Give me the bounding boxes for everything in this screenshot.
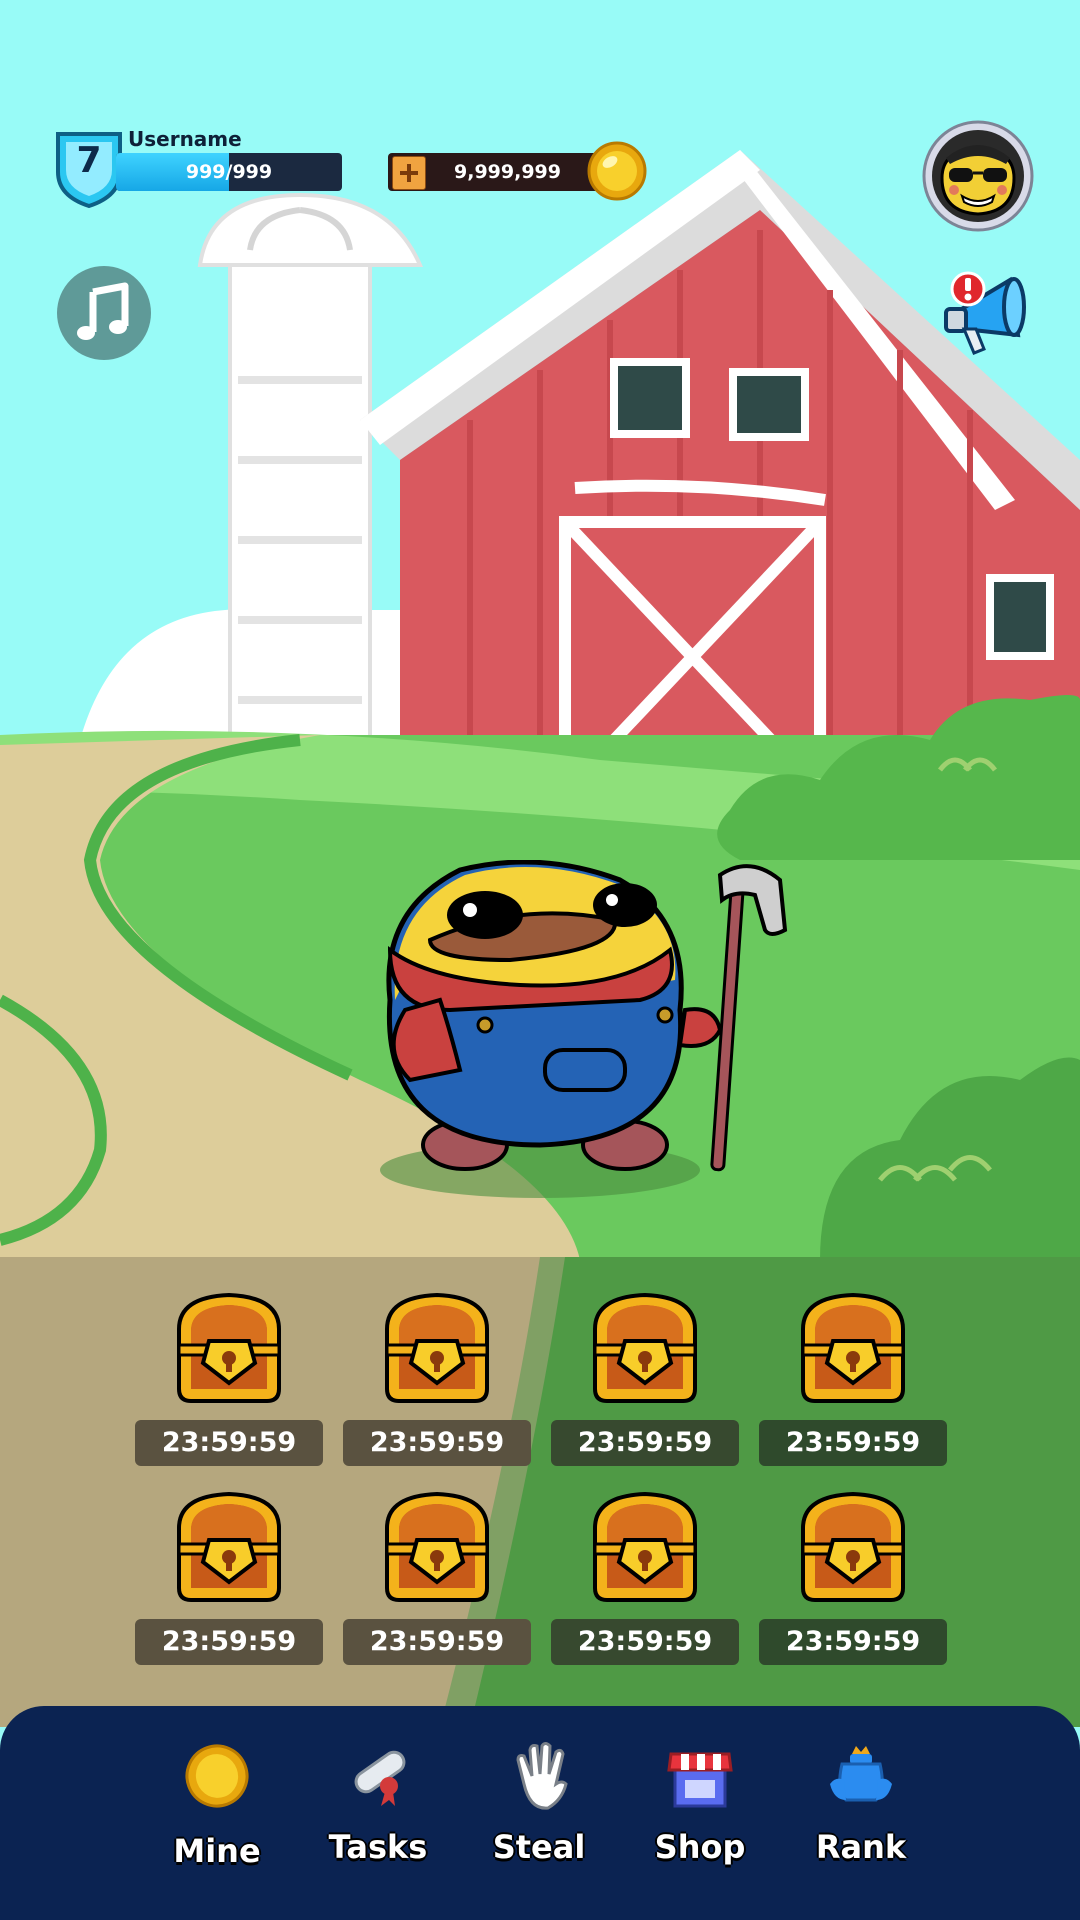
nav-tasks-label: Tasks — [328, 1828, 428, 1866]
chest-icon — [385, 1491, 489, 1602]
exclamation-icon — [950, 271, 986, 307]
xp-progress-text: 999/999 — [185, 161, 273, 183]
chest-timer: 23:59:59 — [759, 1420, 947, 1466]
sunglasses-face-icon — [940, 145, 1016, 216]
chest-timer: 23:59:59 — [551, 1619, 739, 1665]
treasure-chest[interactable]: 23:59:59 — [551, 1289, 739, 1479]
coin-balance-text: 9,999,999 — [454, 161, 561, 183]
nav-rank-label: Rank — [815, 1828, 907, 1866]
chest-icon — [801, 1491, 905, 1602]
farmer-character-icon[interactable] — [370, 860, 810, 1200]
nav-steal[interactable]: Steal — [469, 1740, 609, 1890]
treasure-chest[interactable]: 23:59:59 — [759, 1488, 947, 1678]
treasure-chest[interactable]: 23:59:59 — [343, 1488, 531, 1678]
chest-timer: 23:59:59 — [759, 1619, 947, 1665]
megaphone-icon[interactable] — [940, 265, 1040, 360]
coin-icon — [185, 1744, 249, 1808]
nav-shop-label: Shop — [654, 1828, 746, 1866]
treasure-chest[interactable]: 23:59:59 — [551, 1488, 739, 1678]
level-number: 7 — [76, 140, 102, 181]
xp-progress-bar: 999/999 — [116, 153, 342, 191]
chest-icon — [385, 1292, 489, 1403]
treasure-chest[interactable]: 23:59:59 — [135, 1289, 323, 1479]
music-toggle-button[interactable] — [57, 266, 151, 360]
chest-timer: 23:59:59 — [343, 1619, 531, 1665]
nav-mine[interactable]: Mine — [147, 1740, 287, 1890]
trophy-icon — [830, 1746, 892, 1802]
coin-icon — [587, 141, 647, 201]
nav-mine-label: Mine — [173, 1832, 261, 1870]
chest-icon — [177, 1292, 281, 1403]
chest-timer: 23:59:59 — [551, 1420, 739, 1466]
avatar[interactable] — [922, 120, 1034, 232]
chest-icon — [801, 1292, 905, 1403]
nav-shop[interactable]: Shop — [630, 1740, 770, 1890]
chest-icon — [593, 1292, 697, 1403]
store-icon — [667, 1752, 733, 1808]
username-label: Username — [128, 127, 242, 151]
chest-grid: 23:59:59 23:59:59 23:59:59 23:59:59 23:59:59… — [0, 1257, 1080, 1727]
add-coins-button[interactable] — [392, 156, 426, 190]
chest-icon — [177, 1491, 281, 1602]
chest-icon — [593, 1491, 697, 1602]
chest-timer: 23:59:59 — [135, 1420, 323, 1466]
nav-tasks[interactable]: Tasks — [308, 1740, 448, 1890]
music-note-icon — [77, 282, 129, 340]
chest-timer: 23:59:59 — [135, 1619, 323, 1665]
nav-rank[interactable]: Rank — [791, 1740, 931, 1890]
glove-icon — [516, 1742, 568, 1810]
chest-timer: 23:59:59 — [343, 1420, 531, 1466]
nav-steal-label: Steal — [492, 1828, 586, 1866]
treasure-chest[interactable]: 23:59:59 — [135, 1488, 323, 1678]
treasure-chest[interactable]: 23:59:59 — [343, 1289, 531, 1479]
treasure-chest[interactable]: 23:59:59 — [759, 1289, 947, 1479]
scroll-icon — [354, 1750, 406, 1806]
